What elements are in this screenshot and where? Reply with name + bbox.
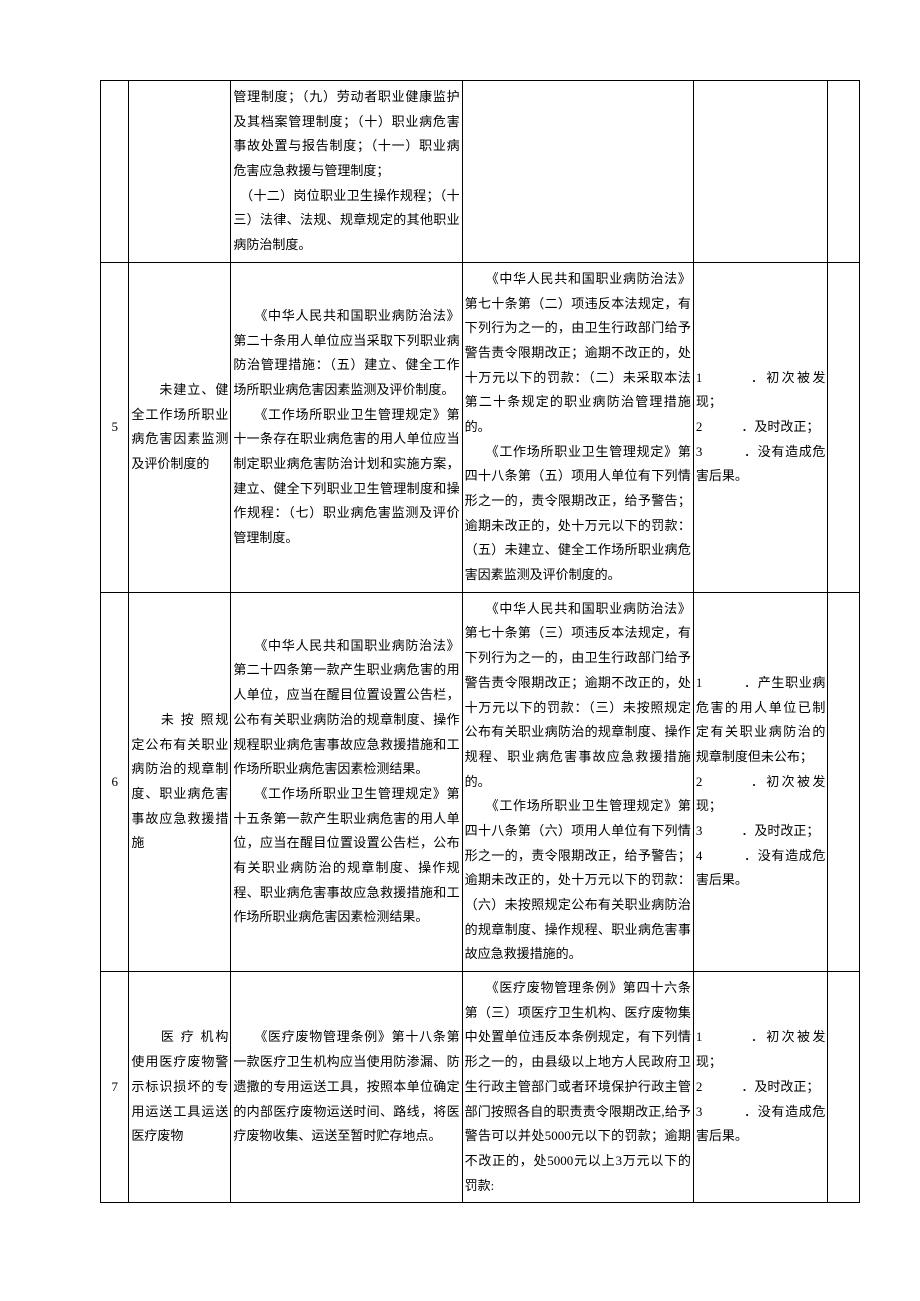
- cell-name: 未建立、健全工作场所职业病危害因素监测及评价制度的: [129, 262, 231, 592]
- cell-basis: 管理制度；（九）劳动者职业健康监护及其档案管理制度；（十）职业病危害事故处置与报…: [231, 81, 462, 263]
- document-page: 管理制度；（九）劳动者职业健康监护及其档案管理制度；（十）职业病危害事故处置与报…: [0, 0, 920, 1243]
- cell-extra: [828, 81, 860, 263]
- cell-penalty: 《中华人民共和国职业病防治法》第七十条第（三）项违反本法规定，有下列行为之一的，…: [462, 592, 693, 971]
- regulation-table: 管理制度；（九）劳动者职业健康监护及其档案管理制度；（十）职业病危害事故处置与报…: [100, 80, 860, 1203]
- cell-basis: 《中华人民共和国职业病防治法》第二十条用人单位应当采取下列职业病防治管理措施：（…: [231, 262, 462, 592]
- cell-penalty: 《医疗废物管理条例》第四十六条第（三）项医疗卫生机构、医疗废物集中处置单位违反本…: [462, 972, 693, 1203]
- table-row: 7 医 疗 机构使用医疗废物警示标识损坏的专用运送工具运送医疗废物 《医疗废物管…: [101, 972, 860, 1203]
- cell-extra: [828, 262, 860, 592]
- cell-num: 6: [101, 592, 129, 971]
- table-row: 管理制度；（九）劳动者职业健康监护及其档案管理制度；（十）职业病危害事故处置与报…: [101, 81, 860, 263]
- cell-name: 医 疗 机构使用医疗废物警示标识损坏的专用运送工具运送医疗废物: [129, 972, 231, 1203]
- table-row: 6 未 按 照规定公布有关职业病防治的规章制度、职业病危害事故应急救援措施 《中…: [101, 592, 860, 971]
- cell-basis: 《中华人民共和国职业病防治法》第二十四条第一款产生职业病危害的用人单位，应当在醒…: [231, 592, 462, 971]
- cell-factors: 1 ．产生职业病危害的用人单位已制定有关职业病防治的规章制度但未公布；2 ．初次…: [693, 592, 828, 971]
- cell-extra: [828, 592, 860, 971]
- cell-basis: 《医疗废物管理条例》第十八条第一款医疗卫生机构应当使用防渗漏、防遗撒的专用运送工…: [231, 972, 462, 1203]
- cell-factors: [693, 81, 828, 263]
- table-row: 5 未建立、健全工作场所职业病危害因素监测及评价制度的 《中华人民共和国职业病防…: [101, 262, 860, 592]
- cell-num: [101, 81, 129, 263]
- cell-penalty: [462, 81, 693, 263]
- cell-name: [129, 81, 231, 263]
- cell-factors: 1 ．初次被发现；2 ．及时改正；3 ．没有造成危害后果。: [693, 972, 828, 1203]
- cell-num: 7: [101, 972, 129, 1203]
- cell-extra: [828, 972, 860, 1203]
- cell-penalty: 《中华人民共和国职业病防治法》第七十条第（二）项违反本法规定，有下列行为之一的，…: [462, 262, 693, 592]
- cell-factors: 1 ．初次被发现；2 ．及时改正；3 ．没有造成危害后果。: [693, 262, 828, 592]
- cell-name: 未 按 照规定公布有关职业病防治的规章制度、职业病危害事故应急救援措施: [129, 592, 231, 971]
- cell-num: 5: [101, 262, 129, 592]
